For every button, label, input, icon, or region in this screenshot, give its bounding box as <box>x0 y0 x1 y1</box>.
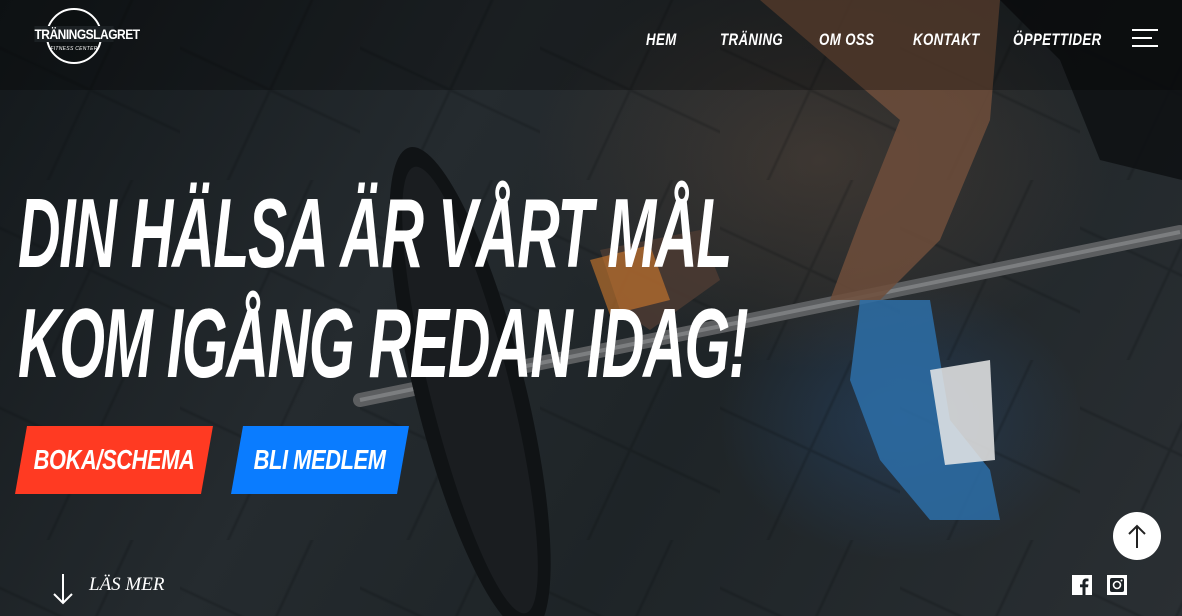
nav-item-kontakt[interactable]: KONTAKT <box>913 30 980 52</box>
read-more-link[interactable]: LÄS MER <box>52 570 192 606</box>
arrow-up-icon <box>1128 524 1146 548</box>
instagram-icon[interactable] <box>1107 575 1127 595</box>
logo-tagline: FITNESS CENTER <box>50 46 98 52</box>
hero-headline-line2: KOM IGÅNG REDAN IDAG! <box>18 288 749 398</box>
site-header <box>0 0 1182 90</box>
read-more-label: LÄS MER <box>89 574 165 595</box>
bli-medlem-label: BLI MEDLEM <box>254 444 386 475</box>
nav-item-oppettider[interactable]: ÖPPETTIDER <box>1013 30 1102 52</box>
site-logo[interactable]: TRÄNINGSLAGRET FITNESS CENTER <box>28 8 140 68</box>
facebook-icon[interactable] <box>1072 575 1092 595</box>
hamburger-menu-icon[interactable] <box>1132 28 1160 48</box>
hero-headline: DIN HÄLSA ÄR VÅRT MÅL KOM IGÅNG REDAN ID… <box>18 178 838 398</box>
boka-schema-label: BOKA/SCHEMA <box>33 444 195 475</box>
scroll-to-top-button[interactable] <box>1113 512 1161 560</box>
bli-medlem-button[interactable]: BLI MEDLEM <box>231 426 409 494</box>
hero-headline-line1: DIN HÄLSA ÄR VÅRT MÅL <box>18 178 732 288</box>
nav-item-traning[interactable]: TRÄNING <box>720 30 783 52</box>
logo-brand-name: TRÄNINGSLAGRET <box>34 26 140 42</box>
nav-item-om-oss[interactable]: OM OSS <box>819 30 874 52</box>
arrow-down-icon <box>53 574 73 605</box>
nav-item-hem[interactable]: HEM <box>646 30 677 52</box>
boka-schema-button[interactable]: BOKA/SCHEMA <box>15 426 213 494</box>
